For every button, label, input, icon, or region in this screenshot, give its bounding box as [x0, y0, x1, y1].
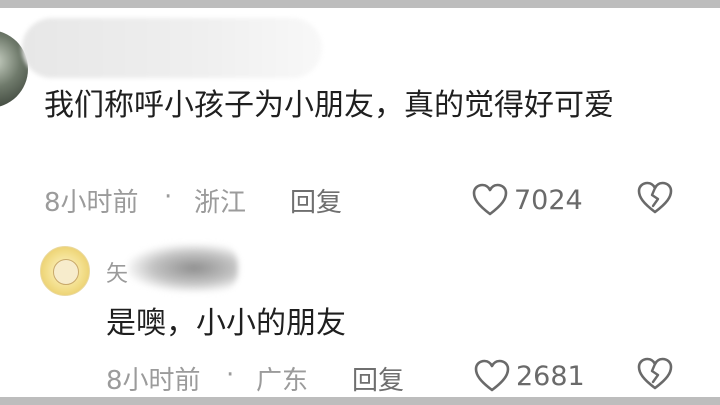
reply-time: 8小时前	[106, 366, 201, 396]
comment-thread: 我们称呼小孩子为小朋友，真的觉得好可爱 8小时前 · 浙江 回复 7024 矢 …	[0, 0, 720, 405]
comment-location: 浙江	[194, 188, 247, 218]
replier-avatar[interactable]	[40, 246, 90, 296]
comment-like-button[interactable]: 7024	[472, 180, 583, 220]
comment-dislike-button[interactable]	[637, 181, 673, 217]
top-border	[0, 0, 720, 8]
reply-location: 广东	[256, 366, 309, 396]
broken-heart-icon	[637, 357, 673, 390]
bottom-border	[0, 397, 720, 405]
comment-time: 8小时前	[44, 188, 139, 218]
reply-reply-button[interactable]: 回复	[352, 360, 404, 397]
comment-text: 我们称呼小孩子为小朋友，真的觉得好可爱	[44, 88, 614, 123]
replier-name: 矢	[106, 262, 129, 287]
broken-heart-icon	[637, 181, 673, 214]
comment-reply-button[interactable]: 回复	[290, 182, 342, 219]
reply-like-count: 2681	[516, 360, 585, 392]
heart-outline-icon	[472, 183, 508, 216]
commenter-name-redacted	[22, 18, 322, 78]
replier-name-redacted	[128, 244, 238, 292]
comment-separator: ·	[164, 182, 173, 212]
reply-like-button[interactable]: 2681	[474, 356, 585, 396]
reply-text: 是噢，小小的朋友	[106, 306, 346, 341]
replier-avatar-face	[53, 259, 79, 285]
reply-separator: ·	[226, 360, 235, 390]
comment-like-count: 7024	[514, 184, 583, 216]
reply-dislike-button[interactable]	[637, 357, 673, 393]
heart-outline-icon	[474, 359, 510, 392]
